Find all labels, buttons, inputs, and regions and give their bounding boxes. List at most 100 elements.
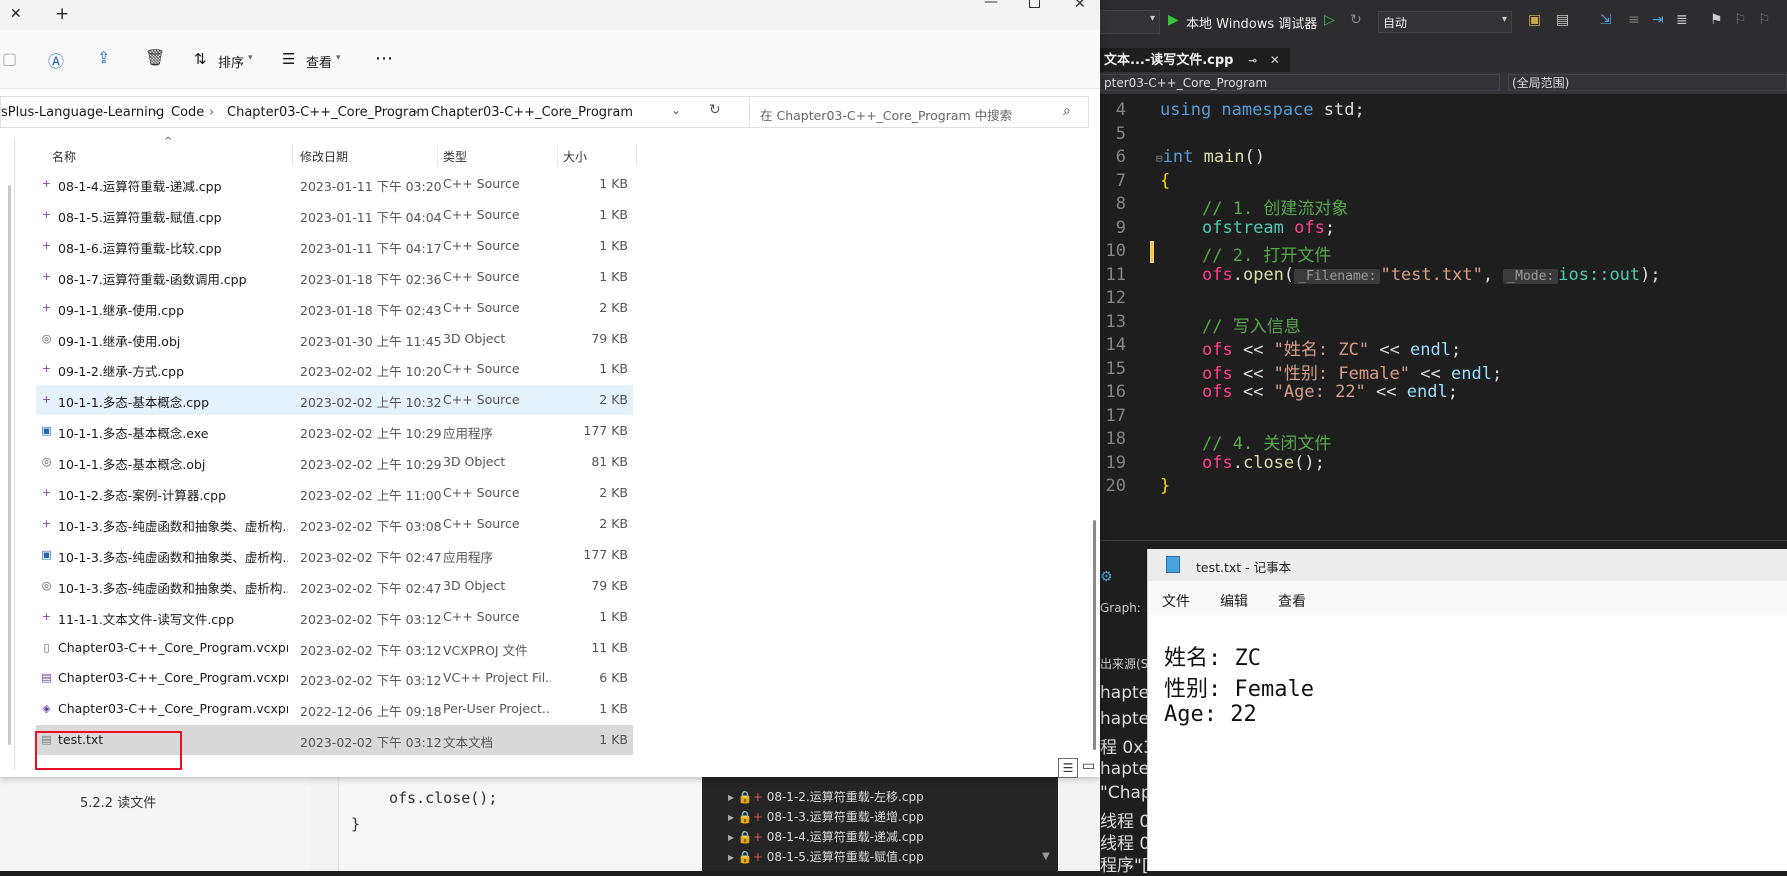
column-header-date[interactable]: 修改日期 [300,148,348,165]
file-row[interactable]: +08-1-7.运算符重载-函数调用.cpp 2023-01-18 下午 02:3… [36,262,633,292]
column-header-type[interactable]: 类型 [443,148,467,165]
indent-icon[interactable]: ⇥ [1652,12,1664,28]
vs-toolbar-dropdown[interactable]: ▾ [1100,10,1160,34]
menu-edit[interactable]: 编辑 [1220,591,1248,611]
solution-item[interactable]: ▸ 🔒+ 08-1-2.运算符重载-左移.cpp [728,788,924,805]
rename-icon[interactable]: Ⓐ [48,48,64,72]
function-token: main [1203,147,1245,167]
bookmark-prev-icon[interactable]: ⚐ [1734,12,1747,28]
refresh-icon[interactable]: ↻ [709,102,721,118]
folder-icon[interactable]: ▣ [1528,12,1541,28]
file-row[interactable]: ◈ Chapter03-C++_Core_Program.vcxpr... 2022… [36,694,633,724]
format-icon[interactable]: ≡ [1628,12,1640,28]
expand-arrow-icon[interactable]: ▸ [728,810,734,824]
search-icon[interactable]: ⌕ [1063,103,1071,119]
start-debug-icon[interactable]: ▶ [1168,12,1179,28]
expand-arrow-icon[interactable]: ▸ [728,830,734,844]
minimize-icon[interactable]: — [984,0,998,10]
breadcrumb-item[interactable]: Chapter03-C++_Core_Program [431,105,633,120]
file-row[interactable]: +10-1-3.多态-纯虚函数和抽象类、虚析构... 2023-02-02 下午 … [36,509,633,539]
comment-icon[interactable]: ≣ [1676,12,1688,28]
new-tab-icon[interactable]: + [55,4,69,24]
breadcrumb-item[interactable]: sPlus-Language-Learning [1,105,164,120]
file-row[interactable]: ▯ Chapter03-C++_Core_Program.vcxproj 2023-… [36,633,633,663]
toc-item[interactable]: 5.2.2 读文件 [80,792,156,811]
file-date: 2023-02-02 下午 02:47 [300,549,442,565]
start-without-debug-icon[interactable]: ▷ [1324,12,1335,28]
layout-icon[interactable]: ▤ [1556,12,1569,28]
breadcrumb-item[interactable]: Chapter03-C++_Core_Program [227,105,429,120]
column-divider[interactable] [636,144,637,166]
file-row[interactable]: ▣ 10-1-1.多态-基本概念.exe 2023-02-02 上午 10:29 应用… [36,416,633,446]
file-row[interactable]: +09-1-1.继承-使用.cpp 2023-01-18 下午 02:43 C++ … [36,293,633,323]
file-row[interactable]: +09-1-2.继承-方式.cpp 2023-02-02 上午 10:20 C++ … [36,354,633,384]
search-box[interactable]: 在 Chapter03-C++_Core_Program 中搜索 ⌕ [749,96,1089,128]
file-row[interactable]: ▣ 10-1-3.多态-纯虚函数和抽象类、虚析构... 2023-02-02 下午 … [36,540,633,570]
bookmark-next-icon[interactable]: ⚐ [1758,12,1771,28]
column-header-name[interactable]: 名称 [52,148,76,165]
file-row[interactable]: +10-1-1.多态-基本概念.cpp 2023-02-02 上午 10:32 C+… [36,385,633,416]
step-icon[interactable]: ⇲ [1600,12,1612,28]
breadcrumb-item[interactable]: Code [171,105,204,120]
menu-view[interactable]: 查看 [1278,591,1306,611]
window-close-icon[interactable]: ✕ [1074,0,1086,12]
column-divider[interactable] [557,144,558,166]
details-view-icon[interactable]: ☰ [1058,758,1078,778]
config-dropdown[interactable]: 自动 ▾ [1378,11,1512,33]
file-row[interactable]: ◎ 10-1-1.多态-基本概念.obj 2023-02-02 上午 10:29 3D… [36,447,633,477]
column-header-size[interactable]: 大小 [563,148,587,165]
tab-active-document[interactable]: 文本...-读写文件.cpp ⊸ ✕ [1100,48,1290,72]
file-row[interactable]: ◎ 09-1-1.继承-使用.obj 2023-01-30 上午 11:45 3D O… [36,324,633,354]
menu-file[interactable]: 文件 [1162,591,1190,611]
tab-close-icon[interactable]: ✕ [10,6,22,22]
file-row[interactable]: +08-1-4.运算符重载-递减.cpp 2023-01-11 下午 03:20 C… [36,169,633,199]
file-row[interactable]: ◎ 10-1-3.多态-纯虚函数和抽象类、虚析构... 2023-02-02 下午 … [36,571,633,601]
file-row[interactable]: +08-1-6.运算符重载-比较.cpp 2023-01-11 下午 04:17 C… [36,231,633,261]
file-date: 2023-02-02 下午 02:47 [300,580,442,596]
column-divider[interactable] [292,144,293,166]
file-list-scrollbar[interactable] [1090,140,1100,750]
scope-dropdown[interactable]: (全局范围) [1508,74,1787,91]
view-button[interactable]: ☰ 查看 ▾ [282,44,348,74]
scroll-down-icon[interactable]: ▼ [1042,851,1050,862]
pin-icon[interactable]: ⊸ [1248,54,1257,67]
file-row[interactable]: ▤ Chapter03-C++_Core_Program.vcxpr... 2023… [36,663,633,693]
parameter-hint: _Filename: [1294,268,1381,284]
address-dropdown-icon[interactable]: ⌄ [671,103,681,117]
bookmark-icon[interactable]: ⚑ [1710,12,1723,28]
share-icon[interactable]: ⇪ [97,48,110,67]
line-number: 16 [1105,382,1126,402]
project-dropdown[interactable]: pter03-C++_Core_Program [1100,74,1500,91]
breadcrumb-separator-icon[interactable]: › [209,105,214,120]
file-type: C++ Source [443,206,520,222]
maximize-icon[interactable] [1029,0,1040,8]
address-bar[interactable]: sPlus-Language-Learning › Code › Chapter03-C… [0,96,750,128]
delete-icon[interactable]: 🗑 [145,48,165,67]
tiles-view-icon[interactable]: ▭ [1082,758,1095,774]
collapse-icon[interactable]: ⊟ [1156,152,1163,165]
file-date: 2022-12-06 上午 09:18 [300,704,442,720]
file-name: 10-1-1.多态-基本概念.exe [58,426,209,442]
navigation-scrollbar[interactable] [8,185,11,745]
solution-item[interactable]: ▸ 🔒+ 08-1-4.运算符重载-递减.cpp [728,828,924,845]
expand-arrow-icon[interactable]: ▸ [728,850,734,864]
breadcrumb-separator-icon[interactable]: › [153,105,158,120]
notepad-text-area[interactable]: 姓名: ZC 性别: Female Age: 22 [1148,615,1787,871]
file-type: C++ Source [443,608,520,624]
file-row[interactable]: +08-1-5.运算符重载-赋值.cpp 2023-01-11 下午 04:04 C… [36,200,633,230]
more-options-icon[interactable]: ⋯ [375,48,393,69]
code-editor[interactable]: 4 5 6 7 8 9 10 11 12 13 14 15 16 17 18 19 20 using names… [1100,94,1787,540]
file-row[interactable]: +11-1-1.文本文件-读写文件.cpp 2023-02-02 下午 03:12… [36,602,633,632]
hot-reload-icon[interactable]: ↻ [1350,12,1362,28]
paste-icon[interactable]: ▢ [2,49,17,68]
expand-arrow-icon[interactable]: ▸ [728,790,734,804]
file-row[interactable]: +10-1-2.多态-案例-计算器.cpp 2023-02-02 上午 11:00… [36,478,633,508]
run-target-label[interactable]: 本地 Windows 调试器 [1186,13,1317,32]
scrollbar-thumb[interactable] [1093,520,1096,750]
column-divider[interactable] [437,144,438,166]
sort-button[interactable]: ⇅ 排序 ▾ [194,44,260,74]
solution-item[interactable]: ▸ 🔒+ 08-1-5.运算符重载-赋值.cpp [728,848,924,865]
close-icon[interactable]: ✕ [1270,53,1280,67]
breadcrumb-separator-icon[interactable]: › [413,105,418,120]
solution-item[interactable]: ▸ 🔒+ 08-1-3.运算符重载-递增.cpp [728,808,924,825]
